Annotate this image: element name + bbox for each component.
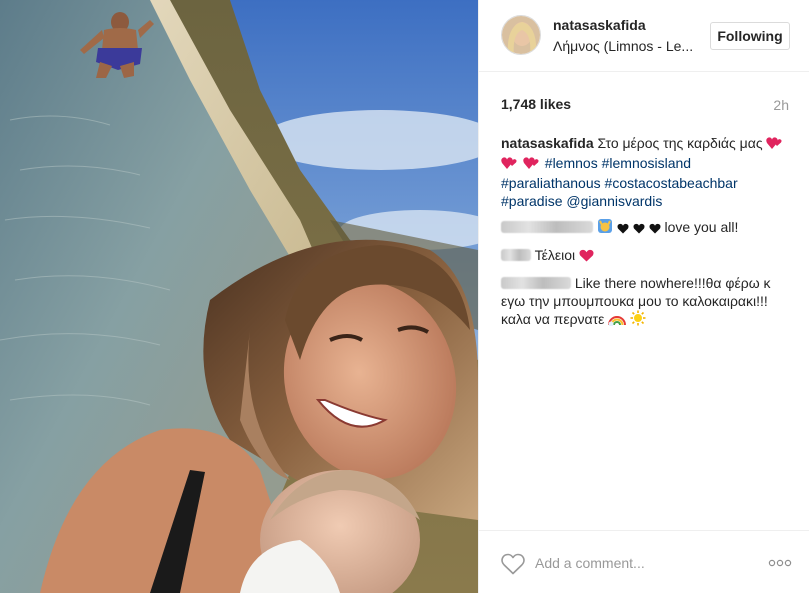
mention-link[interactable]: @giannisvardis	[566, 193, 662, 209]
add-comment-input[interactable]	[535, 551, 755, 575]
caption-username[interactable]: natasaskafida	[501, 135, 594, 151]
post-time[interactable]: 2h	[773, 97, 789, 113]
two-hearts-emoji-icon	[766, 136, 784, 154]
comment-item: love you all!	[501, 218, 791, 238]
black-heart-emoji-icon	[649, 220, 661, 238]
post-author-username[interactable]: natasaskafida	[553, 17, 646, 33]
heart-outline-icon	[501, 553, 525, 575]
raising-hands-emoji-icon	[597, 218, 613, 238]
post-location[interactable]: Λήμνος (Limnos - Le...	[553, 38, 693, 54]
comments-list: natasaskafida Στο μέρος της καρδιάς μας …	[501, 134, 791, 338]
sun-emoji-icon	[630, 310, 646, 330]
blurred-username[interactable]	[501, 221, 593, 233]
more-options-button[interactable]	[768, 553, 792, 573]
comment-text: Τέλειοι	[534, 247, 576, 263]
comment-footer	[479, 530, 809, 593]
likes-count[interactable]: 1,748 likes	[501, 96, 571, 112]
avatar-image	[502, 16, 540, 54]
like-button[interactable]	[501, 553, 525, 575]
avatar[interactable]	[501, 15, 541, 55]
caption: natasaskafida Στο μέρος της καρδιάς μας …	[501, 134, 791, 210]
blurred-username[interactable]	[501, 249, 531, 261]
hashtag-link[interactable]: #paradise	[501, 193, 563, 209]
black-heart-emoji-icon	[633, 220, 645, 238]
two-hearts-emoji-icon	[523, 156, 541, 174]
hashtag-link[interactable]: #paraliathanous	[501, 175, 601, 191]
post-side-panel: natasaskafida Λήμνος (Limnos - Le... Fol…	[478, 0, 809, 593]
rainbow-emoji-icon	[608, 312, 627, 330]
caption-text: Στο μέρος της καρδιάς μας	[597, 135, 763, 151]
hashtag-link[interactable]: #costacostabeachbar	[605, 175, 738, 191]
hashtag-link[interactable]: #lemnosisland	[602, 155, 692, 171]
red-heart-emoji-icon	[579, 248, 594, 266]
following-button[interactable]: Following	[710, 22, 790, 50]
comment-item: Τέλειοι	[501, 246, 791, 266]
two-hearts-emoji-icon	[501, 156, 519, 174]
blurred-username[interactable]	[501, 277, 571, 289]
comment-item: Like there nowhere!!!θα φέρω κ εγω την μ…	[501, 274, 791, 330]
comment-text: love you all!	[664, 219, 739, 235]
more-options-icon	[768, 559, 792, 567]
beach-selfie-image	[0, 0, 478, 593]
hashtag-link[interactable]: #lemnos	[545, 155, 598, 171]
post-header: natasaskafida Λήμνος (Limnos - Le... Fol…	[479, 0, 809, 72]
post-photo[interactable]	[0, 0, 478, 593]
black-heart-emoji-icon	[617, 220, 629, 238]
